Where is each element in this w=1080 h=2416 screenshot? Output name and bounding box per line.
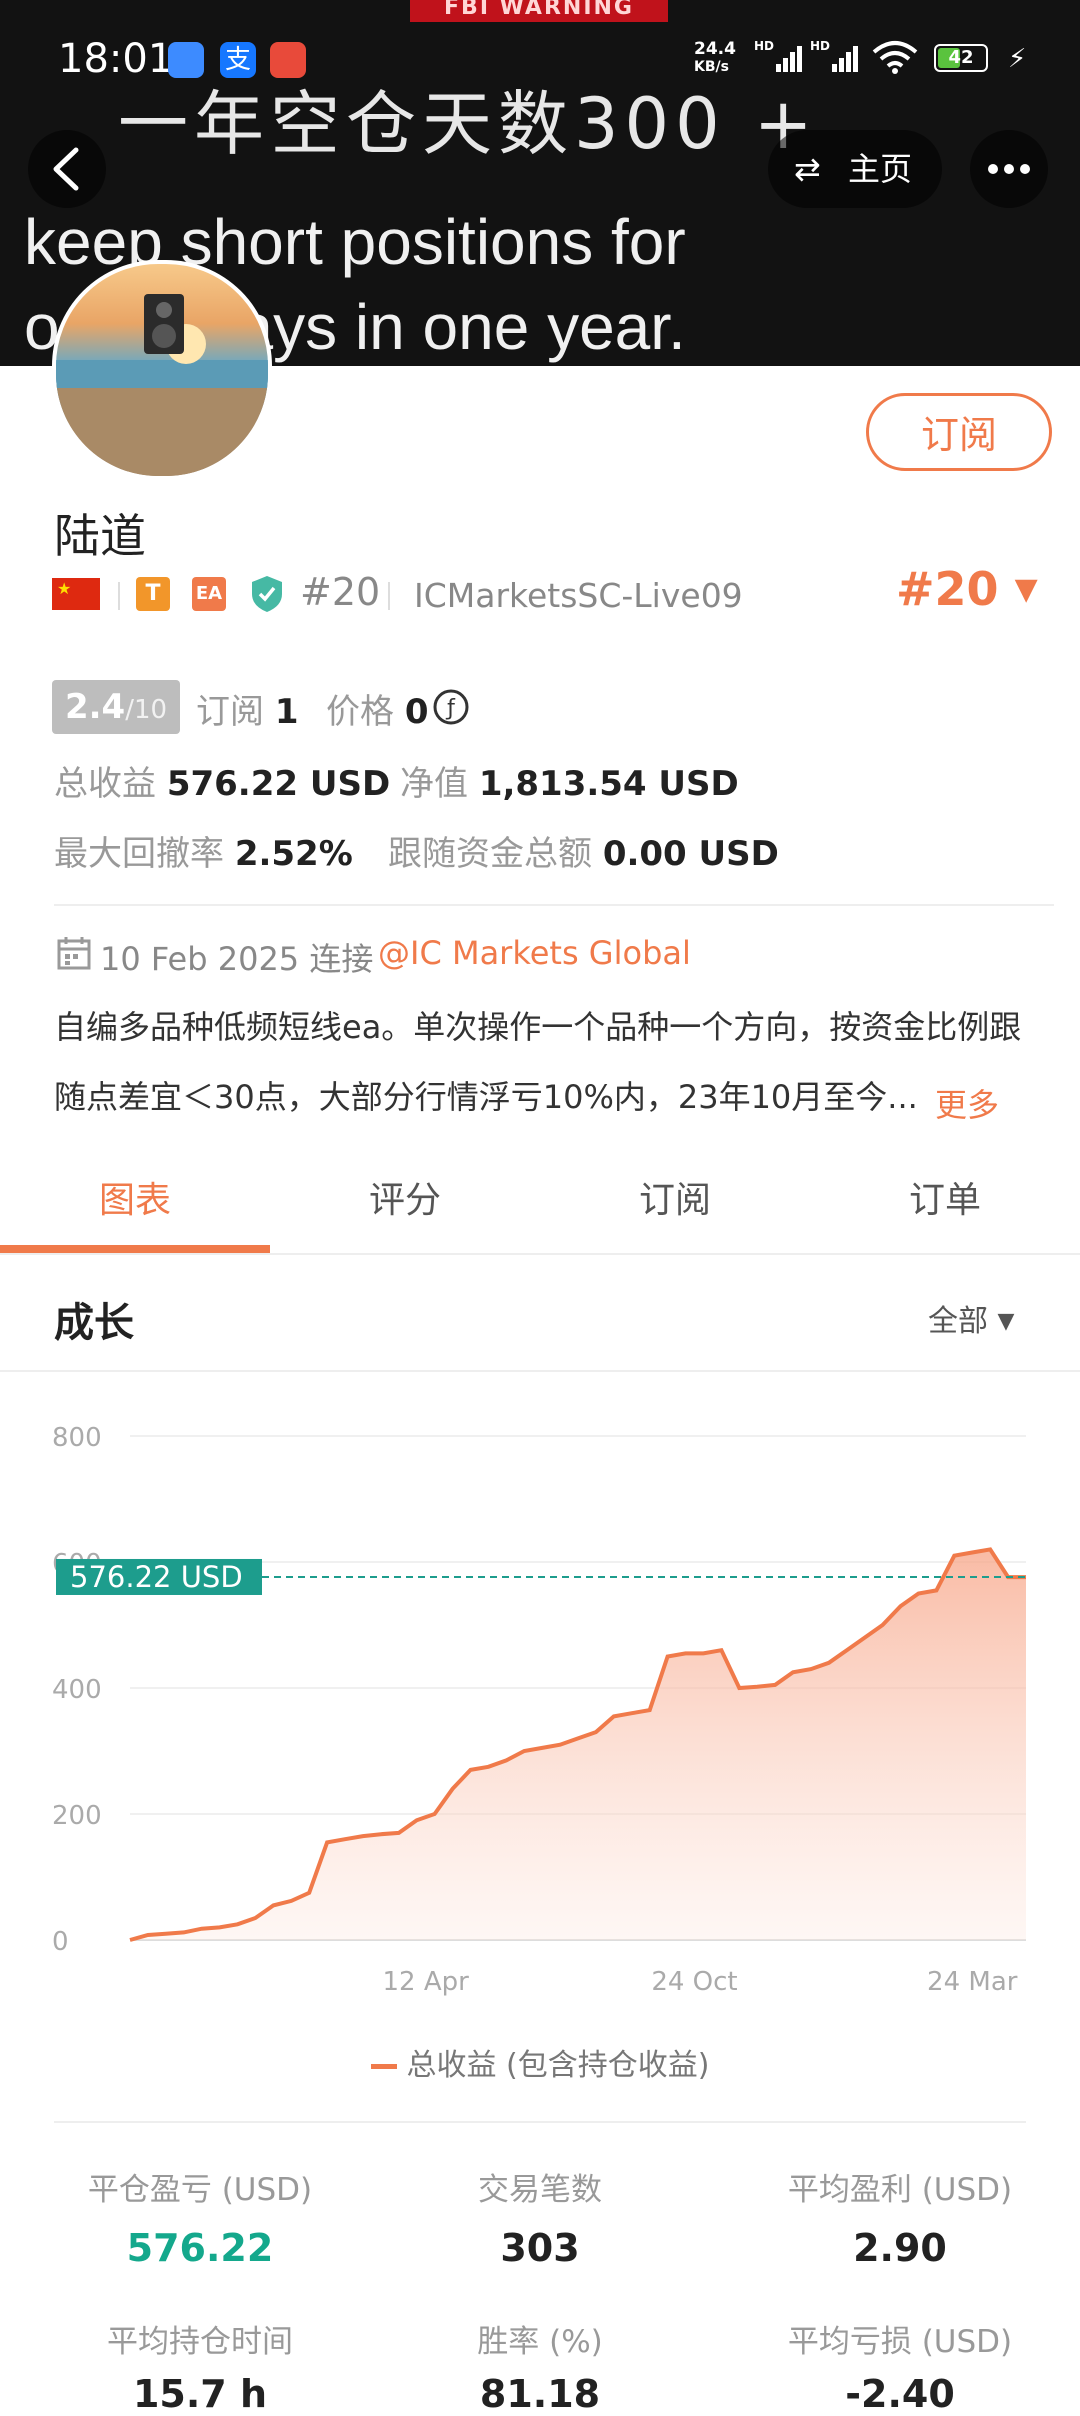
metric-value-avg-hold: 15.7 h xyxy=(132,2372,268,2416)
wifi-icon xyxy=(870,40,920,74)
charging-icon: ⚡ xyxy=(1008,44,1027,74)
connect-date: 10 Feb 2025 连接 xyxy=(100,940,374,978)
y-tick-label: 0 xyxy=(52,1927,69,1957)
broker-link[interactable]: @IC Markets Global xyxy=(378,934,691,972)
legend-swatch xyxy=(370,2064,397,2069)
description-line-2: 随点差宜＜30点，大部分行情浮亏10%内，23年10月至今... xyxy=(54,1078,918,1116)
rank-dropdown[interactable]: #20 ▼ xyxy=(896,562,1038,616)
china-flag-icon: ★ xyxy=(52,578,100,610)
metric-value-avg-profit: 2.90 xyxy=(853,2226,947,2270)
home-button[interactable]: ⇄ 主页 xyxy=(768,130,942,208)
area-fill xyxy=(130,1549,1026,1940)
growth-chart: 0200400600800 576.22 USD 12 Apr24 Oct24 … xyxy=(0,1380,1080,2020)
equity: 净值 1,813.54 USD xyxy=(400,764,739,804)
chart-legend[interactable]: 总收益 (包含持仓收益) xyxy=(0,2040,1080,2084)
battery-icon: 42 xyxy=(934,44,988,72)
trader-name: 陆道 xyxy=(54,509,146,563)
y-tick-label: 400 xyxy=(52,1675,102,1705)
tag-ea: EA xyxy=(192,577,226,611)
metric-label-trades: 交易笔数 xyxy=(478,2172,602,2208)
metric-label-avg-loss: 平均亏损 (USD) xyxy=(787,2324,1013,2360)
warning-tag: FBI WARNING xyxy=(410,0,668,22)
more-link[interactable]: 更多 xyxy=(935,1080,999,1126)
metric-label-avg-hold: 平均持仓时间 xyxy=(107,2324,293,2360)
server-name: ICMarketsSC-Live09 xyxy=(414,576,743,615)
svg-text:HD: HD xyxy=(810,39,830,53)
more-menu-button[interactable] xyxy=(970,130,1048,208)
metric-label-avg-profit: 平均盈利 (USD) xyxy=(787,2172,1013,2208)
metric-value-closed-pnl: 576.22 xyxy=(126,2226,274,2270)
total-profit: 总收益 576.22 USD xyxy=(54,764,391,804)
tag-t: T xyxy=(136,577,170,611)
tab-chart[interactable]: 图表 xyxy=(0,1160,270,1242)
metric-value-trades: 303 xyxy=(500,2226,580,2270)
svg-text:ƒ: ƒ xyxy=(445,696,456,721)
max-drawdown: 最大回撤率 2.52% xyxy=(54,834,353,874)
metric-value-avg-loss: -2.40 xyxy=(845,2372,955,2416)
growth-chart-svg: 0200400600800 576.22 USD 12 Apr24 Oct24 … xyxy=(52,1423,1026,1997)
x-tick-label: 24 Mar xyxy=(927,1967,1018,1997)
description-line-1: 自编多品种低频短线ea。单次操作一个品种一个方向，按资金比例跟 xyxy=(54,1008,1022,1046)
tab-bar: 图表 评分 订阅 订单 xyxy=(0,1160,1080,1256)
caret-down-icon: ▼ xyxy=(997,1309,1015,1334)
separator xyxy=(388,582,390,610)
divider xyxy=(0,1253,1080,1255)
banner-text-cn: 一年空仓天数300 + xyxy=(118,83,819,165)
divider xyxy=(0,1370,1080,1372)
metric-label-win-rate: 胜率 (%) xyxy=(477,2324,603,2360)
rank-label: #20 xyxy=(300,570,381,614)
verified-shield-icon xyxy=(248,574,286,614)
price: 价格 0 xyxy=(326,692,429,732)
range-filter[interactable]: 全部 ▼ xyxy=(928,1296,1014,1340)
calendar-icon xyxy=(56,935,92,971)
svg-text:HD: HD xyxy=(754,39,774,53)
subscriber-count: 订阅 1 xyxy=(196,692,299,732)
rating-badge: 2.4/10 xyxy=(52,680,180,734)
y-tick-label: 800 xyxy=(52,1423,102,1453)
x-tick-label: 12 Apr xyxy=(383,1967,470,1997)
separator xyxy=(118,582,120,610)
signal-icon-2: HD xyxy=(810,38,870,74)
follow-funds: 跟随资金总额 0.00 USD xyxy=(388,834,779,874)
y-tick-label: 200 xyxy=(52,1801,102,1831)
x-tick-label: 24 Oct xyxy=(651,1967,737,1997)
metric-value-win-rate: 81.18 xyxy=(479,2372,601,2416)
tab-orders[interactable]: 订单 xyxy=(810,1160,1080,1242)
growth-title: 成长 xyxy=(54,1300,134,1346)
avatar xyxy=(52,260,272,480)
back-button[interactable] xyxy=(28,130,106,208)
tab-subscriptions[interactable]: 订阅 xyxy=(540,1160,810,1242)
tab-rating[interactable]: 评分 xyxy=(270,1160,540,1242)
metric-label-closed-pnl: 平仓盈亏 (USD) xyxy=(87,2172,313,2208)
divider xyxy=(54,2121,1026,2123)
active-tab-indicator xyxy=(0,1245,270,1253)
caret-down-icon: ▼ xyxy=(1014,572,1038,607)
coin-icon: ƒ xyxy=(432,688,470,726)
subscribe-button[interactable]: 订阅 xyxy=(866,393,1052,471)
divider xyxy=(54,904,1054,906)
current-value-label: 576.22 USD xyxy=(70,1560,243,1594)
swap-icon: ⇄ xyxy=(794,150,821,188)
